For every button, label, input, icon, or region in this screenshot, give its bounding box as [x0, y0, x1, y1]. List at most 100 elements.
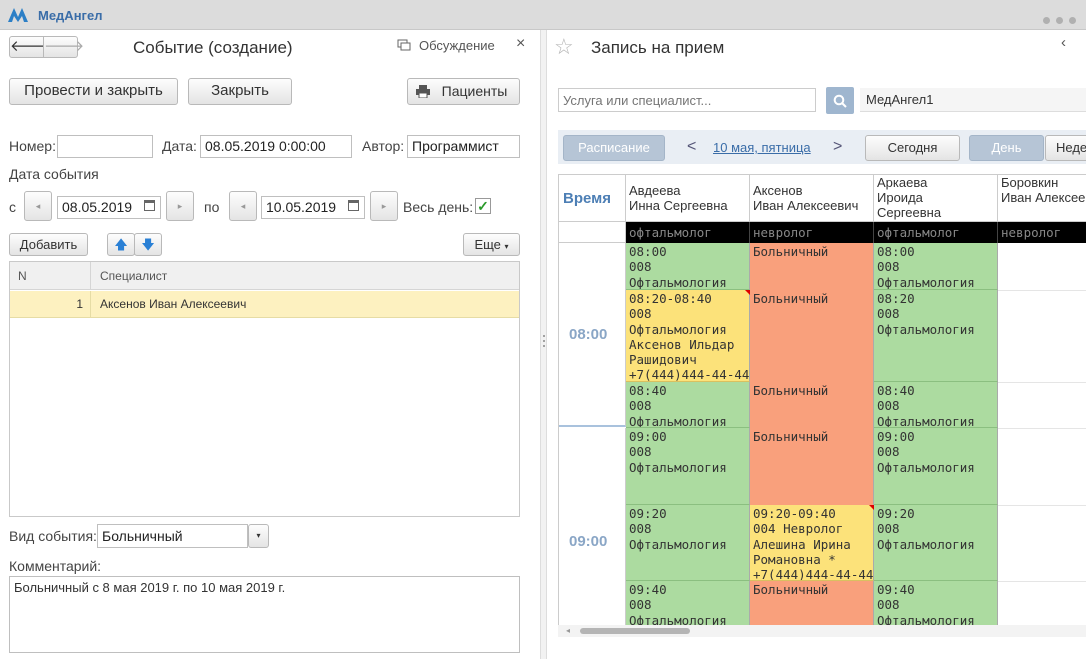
table-row[interactable]: 1 Аксенов Иван Алексеевич [10, 291, 519, 318]
medangel-logo-icon [8, 8, 28, 22]
comment-textarea[interactable]: Больничный с 8 мая 2019 г. по 10 мая 201… [9, 576, 520, 653]
window-controls[interactable] [1037, 12, 1076, 27]
author-label: Автор: [362, 138, 405, 154]
form-title: Событие (создание) [133, 38, 293, 57]
app-titlebar: МедАнгел [0, 0, 1086, 30]
appointment-booked[interactable]: 08:20-08:40 008 Офтальмология Аксенов Ил… [626, 290, 750, 382]
specialist-table: N Специалист 1 Аксенов Иван Алексеевич [9, 261, 520, 517]
specialist-header[interactable]: Авдеева Инна Сергеевна [626, 175, 750, 222]
time-slot-0800: 08:00 [559, 243, 626, 427]
number-label: Номер: [9, 138, 56, 154]
patients-label: Пациенты [441, 83, 508, 99]
appointment-panel: ☆ Запись на прием ‹ МедАнгел1 Расписание… [547, 30, 1086, 659]
more-label: Еще [474, 237, 501, 252]
org-field[interactable]: МедАнгел1 [860, 88, 1086, 112]
schedule-grid: Время 08:00 09:00 Авдеева Инна Сергеевна… [558, 174, 1086, 637]
to-prev-button[interactable]: ◂ [229, 191, 257, 221]
close-button[interactable]: Закрыть [188, 78, 292, 105]
time-column-header: Время [559, 175, 626, 222]
appointment-slot[interactable]: 08:00 008 Офтальмология [626, 243, 750, 290]
printer-icon [416, 85, 430, 98]
current-date-link[interactable]: 10 мая, пятница [713, 140, 811, 155]
appointment-slot[interactable]: 08:40 008 Офтальмология [626, 382, 750, 428]
column-header-n[interactable]: N [18, 269, 27, 283]
column-header-specialist[interactable]: Специалист [100, 269, 167, 283]
specialist-header[interactable]: Аксенов Иван Алексеевич [750, 175, 874, 222]
back-button[interactable]: 🡐 [9, 36, 50, 58]
event-type-label: Вид события: [9, 528, 97, 544]
appointment-slot[interactable]: 09:00 008 Офтальмология [626, 428, 750, 505]
date-label: Дата: [162, 138, 197, 154]
event-form-panel: 🡐 🡒 Событие (создание) Обсуждение × Пров… [0, 30, 540, 659]
calendar-icon[interactable] [348, 200, 359, 211]
move-up-button[interactable]: 🡅 [107, 233, 135, 256]
specialist-role: невролог [998, 222, 1086, 243]
appointment-slot[interactable]: 08:40 008 Офтальмология [874, 382, 998, 428]
more-button[interactable]: Еще ▾ [463, 233, 520, 256]
author-input[interactable]: Программист [407, 135, 520, 158]
specialist-role: офтальмолог [874, 222, 998, 243]
all-day-checkbox[interactable]: ✓ [475, 198, 491, 214]
specialist-header[interactable]: Аркаева Ироида Сергеевна [874, 175, 998, 222]
appointment-booked[interactable]: 09:20-09:40 004 Невролог Алешина Ирина Р… [750, 505, 874, 581]
search-icon [833, 94, 847, 108]
day-view-button[interactable]: День [969, 135, 1044, 161]
schedule-tab[interactable]: Расписание [563, 135, 665, 161]
appointment-slot[interactable]: 09:20 008 Офтальмология [626, 505, 750, 581]
table-header: N Специалист [10, 262, 519, 290]
time-label: 08:00 [569, 326, 608, 343]
to-next-button[interactable]: ▸ [370, 191, 398, 221]
add-button[interactable]: Добавить [9, 233, 88, 256]
calendar-icon[interactable] [144, 200, 155, 211]
sick-leave-slot[interactable]: Больничный [750, 428, 874, 505]
specialist-role: офтальмолог [626, 222, 750, 243]
appointment-title: Запись на прием [591, 38, 725, 57]
today-button[interactable]: Сегодня [865, 135, 960, 161]
org-value: МедАнгел1 [866, 92, 934, 107]
number-input[interactable] [57, 135, 153, 158]
appointment-slot[interactable]: 08:20 008 Офтальмология [874, 290, 998, 382]
event-date-label: Дата события [9, 166, 99, 182]
time-slot-0900: 09:00 [559, 428, 626, 636]
all-day-label: Весь день: [403, 199, 474, 215]
date-input[interactable]: 08.05.2019 0:00:00 [200, 135, 352, 158]
from-prev-button[interactable]: ◂ [24, 191, 52, 221]
panel-splitter[interactable] [540, 30, 547, 659]
time-label: 09:00 [569, 533, 608, 550]
horizontal-scrollbar[interactable]: ◂ [558, 625, 1086, 637]
from-label: с [9, 199, 16, 215]
patients-button[interactable]: Пациенты [407, 78, 520, 105]
collapse-icon[interactable]: ‹ [1061, 34, 1066, 51]
star-icon[interactable]: ☆ [554, 34, 574, 60]
search-button[interactable] [826, 87, 854, 114]
forward-button[interactable]: 🡒 [43, 36, 84, 58]
empty-column [998, 243, 1086, 636]
sick-leave-slot[interactable]: Больничный [750, 243, 874, 290]
next-date-button[interactable]: > [833, 138, 842, 156]
app-name: МедАнгел [38, 8, 103, 23]
close-icon[interactable]: × [516, 35, 525, 53]
event-type-dropdown-button[interactable]: ▾ [248, 524, 269, 548]
event-type-select[interactable]: Больничный [97, 524, 248, 548]
post-and-close-button[interactable]: Провести и закрыть [9, 78, 178, 105]
time-header-label: Время [563, 190, 611, 207]
scrollbar-thumb[interactable] [580, 628, 690, 634]
discussion-icon[interactable] [397, 39, 411, 52]
row-number: 1 [76, 297, 83, 311]
specialist-header[interactable]: Боровкин Иван Алексеевич [998, 175, 1086, 222]
to-label: по [204, 199, 220, 215]
comment-label: Комментарий: [9, 558, 102, 574]
from-next-button[interactable]: ▸ [166, 191, 194, 221]
appointment-slot[interactable]: 09:00 008 Офтальмология [874, 428, 998, 505]
move-down-button[interactable]: 🡇 [134, 233, 162, 256]
sick-leave-slot[interactable]: Больничный [750, 290, 874, 382]
sick-leave-slot[interactable]: Больничный [750, 382, 874, 428]
appointment-slot[interactable]: 08:00 008 Офтальмология [874, 243, 998, 290]
appointment-slot[interactable]: 09:20 008 Офтальмология [874, 505, 998, 581]
row-specialist: Аксенов Иван Алексеевич [100, 297, 247, 311]
discussion-link[interactable]: Обсуждение [419, 38, 495, 53]
week-view-button[interactable]: Неделя [1045, 135, 1086, 161]
specialist-role: невролог [750, 222, 874, 243]
prev-date-button[interactable]: < [687, 138, 696, 156]
service-search-input[interactable] [558, 88, 816, 112]
